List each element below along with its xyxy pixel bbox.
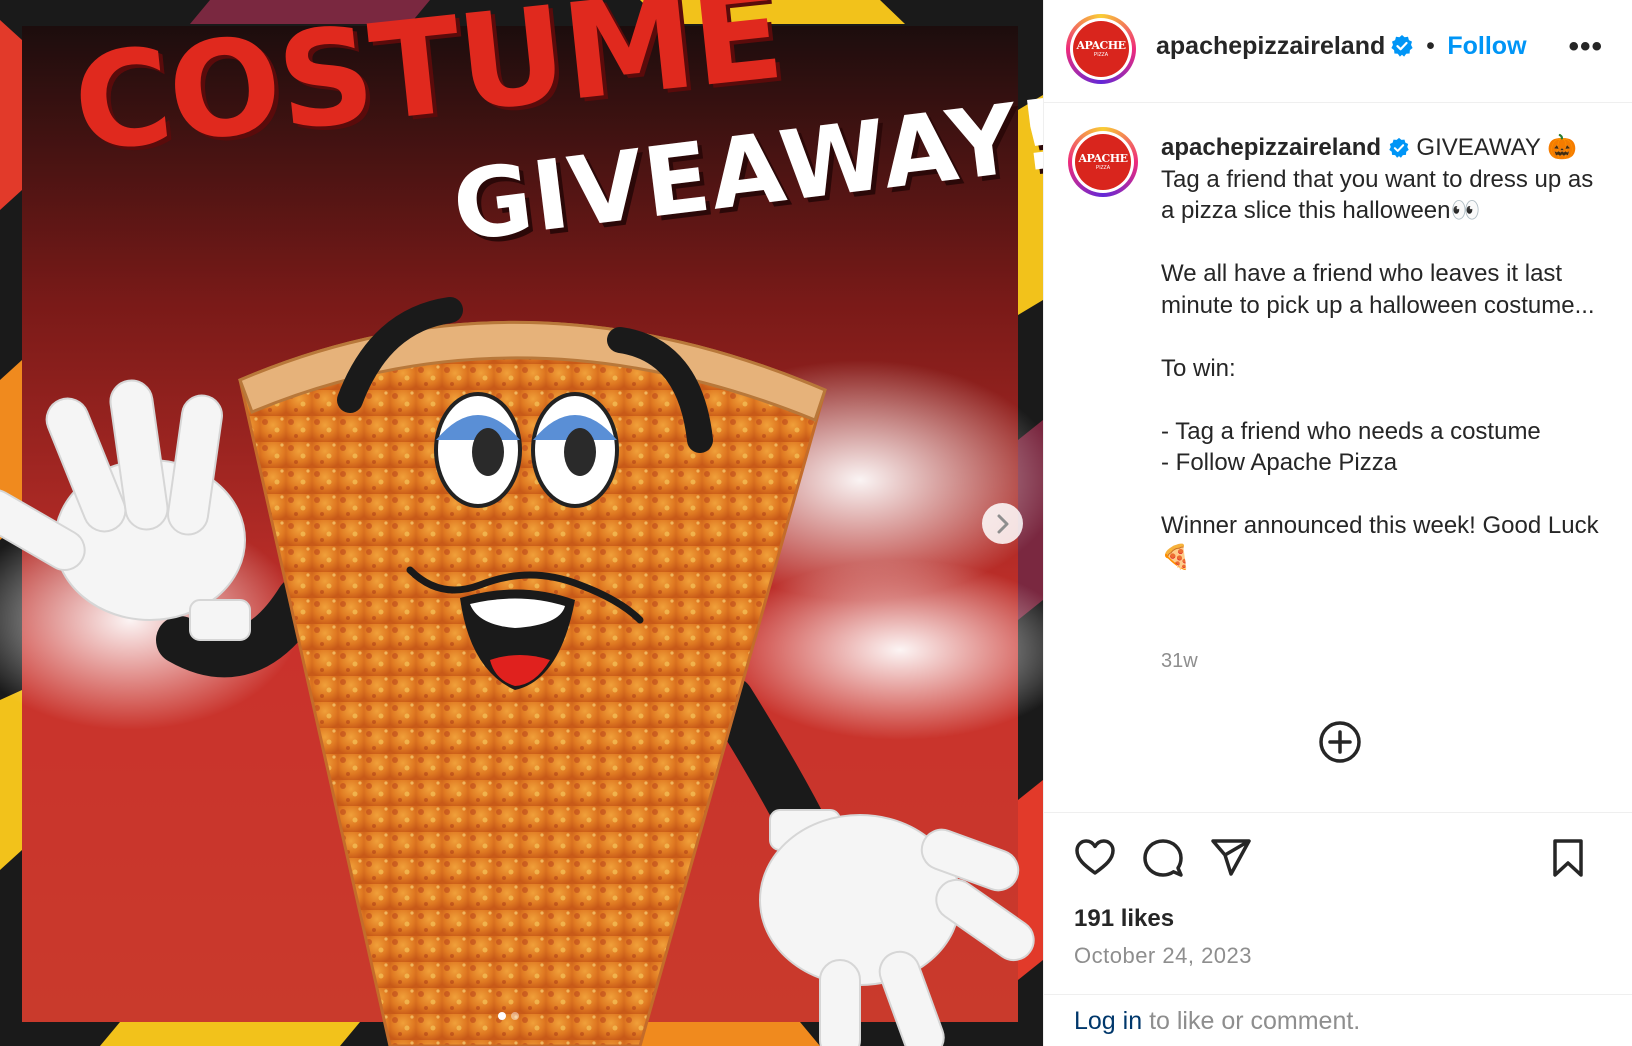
caption-line: - Tag a friend who needs a costume [1161,417,1541,445]
caption-line: To win: [1161,354,1236,382]
caption-avatar[interactable]: APACHE PIZZA [1068,127,1138,197]
verified-badge-icon [1390,34,1414,58]
post-media[interactable]: COSTUME GIVEAWAY! [0,0,1043,1046]
login-link[interactable]: Log in [1074,1007,1142,1035]
comment-icon[interactable] [1142,837,1184,879]
follow-button[interactable]: Follow [1447,32,1526,60]
heart-icon[interactable] [1074,837,1116,879]
caption-line: We all have a friend who leaves it last … [1161,260,1595,319]
login-prompt: Log in to like or comment. [1044,994,1632,1046]
avatar[interactable]: APACHE PIZZA [1066,14,1136,84]
carousel-dot [511,1012,519,1020]
post-header: APACHE PIZZA apachepizzaireland • Follow… [1044,0,1632,103]
header-username[interactable]: apachepizzaireland [1156,32,1385,60]
post-caption: apachepizzaireland GIVEAWAY 🎃 Tag a frie… [1161,132,1611,573]
carousel-next-button[interactable] [982,503,1023,544]
verified-badge-icon [1388,137,1410,159]
caption-line [1161,479,1611,511]
apache-pizza-logo: APACHE PIZZA [1073,21,1129,77]
caption-line: - Follow Apache Pizza [1161,449,1398,476]
caption-username[interactable]: apachepizzaireland [1161,134,1381,161]
post-timestamp[interactable]: 31w [1161,650,1198,673]
carousel-dots [498,1012,519,1020]
like-count[interactable]: 191 likes [1074,905,1174,933]
header-separator: • [1426,32,1435,60]
caption-line [1161,321,1611,353]
more-options-icon[interactable]: ••• [1568,30,1603,64]
post-details-panel: APACHE PIZZA apachepizzaireland • Follow… [1043,0,1632,1046]
caption-line: Winner announced this week! Good Luck🍕 [1161,512,1599,571]
caption-line [1161,384,1611,416]
carousel-dot-active [498,1012,506,1020]
bookmark-icon[interactable] [1547,837,1589,879]
caption-line [1161,227,1611,259]
post-date: October 24, 2023 [1074,943,1253,968]
add-comment-icon[interactable] [1318,720,1362,764]
share-icon[interactable] [1210,837,1252,879]
post-actions: 191 likes October 24, 2023 [1044,812,1632,1012]
apache-pizza-logo: APACHE PIZZA [1075,134,1131,190]
login-prompt-text: to like or comment. [1142,1007,1361,1035]
chevron-right-icon [997,514,1008,533]
